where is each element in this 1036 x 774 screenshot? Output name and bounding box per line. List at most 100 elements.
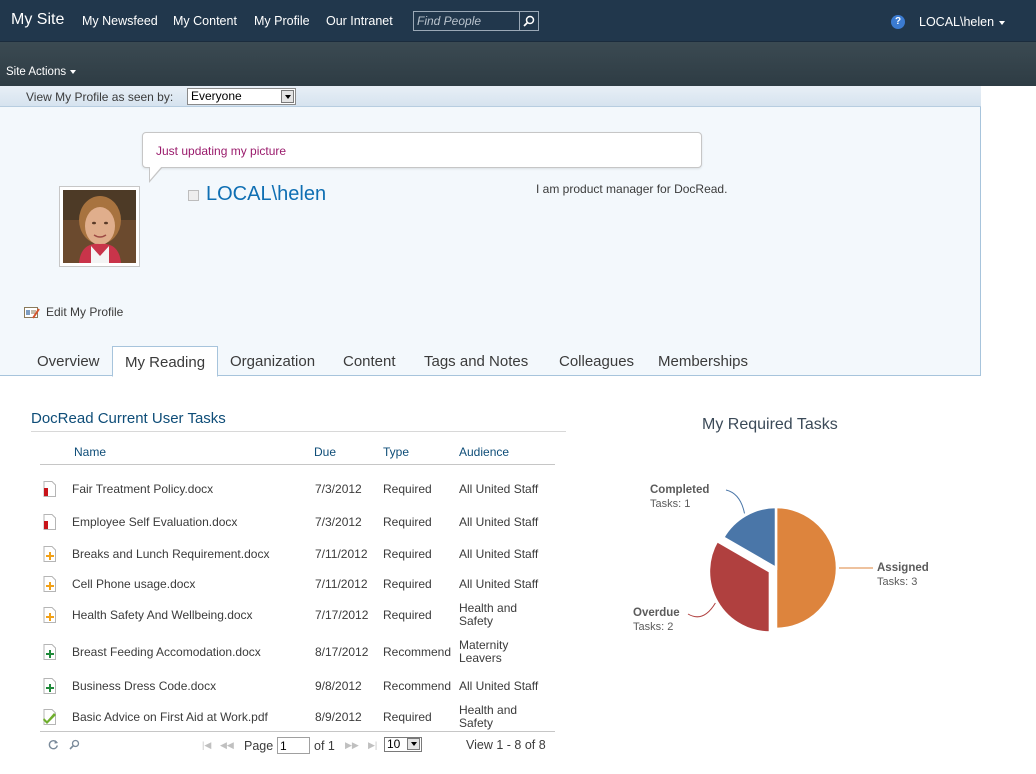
refresh-icon[interactable] bbox=[48, 739, 59, 750]
search-button[interactable] bbox=[519, 11, 539, 31]
task-name[interactable]: Business Dress Code.docx bbox=[72, 680, 216, 693]
assigned-doc-icon bbox=[43, 607, 56, 623]
column-header-name[interactable]: Name bbox=[74, 445, 106, 459]
overdue-doc-icon bbox=[43, 481, 56, 497]
site-actions-label: Site Actions bbox=[6, 66, 67, 78]
task-type: Required bbox=[383, 710, 432, 724]
table-row[interactable]: Health Safety And Wellbeing.docx 7/17/201… bbox=[40, 599, 555, 631]
user-menu[interactable]: LOCAL\helen bbox=[919, 15, 1006, 29]
task-due-date: 7/11/2012 bbox=[315, 577, 368, 591]
task-audience: Health and Safety bbox=[459, 703, 518, 730]
search-icon[interactable] bbox=[69, 739, 80, 750]
pie-slice-assigned[interactable] bbox=[774, 505, 839, 631]
task-audience: All United Staff bbox=[459, 547, 539, 561]
task-name[interactable]: Health Safety And Wellbeing.docx bbox=[72, 609, 253, 622]
table-row[interactable]: Employee Self Evaluation.docx 7/3/2012 Req… bbox=[40, 509, 555, 535]
about-me: I am product manager for DocRead. bbox=[536, 182, 728, 196]
previous-page-icon[interactable]: ◀◀ bbox=[220, 740, 234, 751]
table-row[interactable]: Cell Phone usage.docx 7/11/2012 Required Al… bbox=[40, 571, 555, 597]
tab-tags-and-notes[interactable]: Tags and Notes bbox=[424, 346, 528, 376]
task-name[interactable]: Basic Advice on First Aid at Work.pdf bbox=[72, 711, 268, 724]
task-type: Required bbox=[383, 482, 432, 496]
pie-label-overdue: Overdue bbox=[633, 607, 680, 619]
task-name[interactable]: Employee Self Evaluation.docx bbox=[72, 516, 237, 529]
user-name: LOCAL\helen bbox=[919, 15, 995, 29]
nav-our-intranet[interactable]: Our Intranet bbox=[326, 14, 393, 28]
task-audience: All United Staff bbox=[459, 679, 539, 693]
recommended-doc-icon bbox=[43, 678, 56, 694]
task-type: Required bbox=[383, 608, 432, 622]
pie-label-completed: Completed bbox=[650, 484, 709, 496]
table-row[interactable]: Breaks and Lunch Requirement.docx 7/11/20… bbox=[40, 541, 555, 567]
status-bubble[interactable]: Just updating my picture bbox=[142, 132, 702, 183]
tab-content[interactable]: Content bbox=[343, 346, 396, 376]
task-name[interactable]: Breaks and Lunch Requirement.docx bbox=[72, 548, 269, 561]
task-name[interactable]: Cell Phone usage.docx bbox=[72, 578, 195, 591]
presence-indicator bbox=[188, 190, 199, 201]
task-due-date: 7/3/2012 bbox=[315, 515, 362, 529]
pie-label-assigned: Assigned bbox=[877, 562, 929, 574]
task-audience: All United Staff bbox=[459, 482, 539, 496]
first-page-icon[interactable]: |◀ bbox=[202, 740, 211, 751]
next-page-icon[interactable]: ▶▶ bbox=[345, 740, 359, 751]
task-type: Recommend bbox=[383, 679, 452, 693]
task-type: Required bbox=[383, 515, 432, 529]
site-actions-menu[interactable]: Site Actions bbox=[6, 66, 77, 78]
last-page-icon[interactable]: ▶| bbox=[368, 740, 377, 751]
help-icon[interactable]: ? bbox=[891, 15, 905, 29]
pie-detail-completed: Tasks: 1 bbox=[650, 498, 690, 510]
task-due-date: 8/17/2012 bbox=[315, 645, 369, 659]
task-audience: All United Staff bbox=[459, 515, 539, 529]
edit-profile-link[interactable]: Edit My Profile bbox=[24, 305, 123, 319]
nav-my-content[interactable]: My Content bbox=[173, 14, 237, 28]
column-header-type[interactable]: Type bbox=[383, 445, 409, 459]
task-name[interactable]: Breast Feeding Accomodation.docx bbox=[72, 646, 261, 659]
page-size-select[interactable]: 10 bbox=[384, 737, 422, 752]
column-header-audience[interactable]: Audience bbox=[459, 445, 509, 459]
search-icon bbox=[523, 15, 535, 27]
view-as-select[interactable]: Everyone bbox=[187, 88, 296, 105]
view-as-selected-value: Everyone bbox=[191, 89, 242, 103]
dropdown-arrow-icon bbox=[281, 90, 294, 103]
task-due-date: 7/11/2012 bbox=[315, 547, 368, 561]
pie-leader-line-overdue bbox=[687, 602, 716, 618]
task-audience: All United Staff bbox=[459, 577, 539, 591]
nav-my-newsfeed[interactable]: My Newsfeed bbox=[82, 14, 158, 28]
completed-doc-icon bbox=[43, 709, 56, 725]
table-row[interactable]: Business Dress Code.docx 9/8/2012 Recommen… bbox=[40, 673, 555, 699]
profile-name: LOCAL\helen bbox=[206, 183, 327, 205]
list-pager: |◀ ◀◀ Page of 1 ▶▶ ▶| 10 View 1 - 8 of 8 bbox=[40, 731, 555, 757]
page-size-value: 10 bbox=[387, 737, 401, 751]
tab-organization[interactable]: Organization bbox=[230, 346, 315, 376]
table-row[interactable]: Basic Advice on First Aid at Work.pdf 8/9… bbox=[40, 701, 555, 733]
chevron-down-icon bbox=[70, 69, 77, 74]
task-type: Recommend bbox=[383, 645, 452, 659]
task-due-date: 8/9/2012 bbox=[315, 710, 362, 724]
tab-colleagues[interactable]: Colleagues bbox=[559, 346, 634, 376]
profile-photo[interactable] bbox=[59, 186, 140, 267]
tasks-list-title[interactable]: DocRead Current User Tasks bbox=[31, 410, 226, 427]
page-number-input[interactable] bbox=[277, 737, 310, 754]
avatar bbox=[63, 190, 136, 263]
view-as-bar: View My Profile as seen by: Everyone bbox=[0, 86, 981, 107]
table-row[interactable]: Breast Feeding Accomodation.docx 8/17/201… bbox=[40, 636, 555, 668]
column-header-due[interactable]: Due bbox=[314, 445, 336, 459]
task-name[interactable]: Fair Treatment Policy.docx bbox=[72, 483, 213, 496]
tab-overview[interactable]: Overview bbox=[37, 346, 100, 376]
find-people-input[interactable] bbox=[413, 11, 520, 31]
table-row[interactable]: Fair Treatment Policy.docx 7/3/2012 Requir… bbox=[40, 476, 555, 502]
site-title[interactable]: My Site bbox=[11, 11, 64, 29]
overdue-doc-icon bbox=[43, 514, 56, 530]
assigned-doc-icon bbox=[43, 576, 56, 592]
edit-profile-icon bbox=[24, 306, 40, 319]
status-message: Just updating my picture bbox=[156, 144, 287, 158]
pie-detail-assigned: Tasks: 3 bbox=[877, 576, 917, 588]
tab-memberships[interactable]: Memberships bbox=[658, 346, 748, 376]
profile-panel: View My Profile as seen by: Everyone Jus… bbox=[0, 86, 981, 377]
task-due-date: 7/17/2012 bbox=[315, 608, 369, 622]
nav-my-profile[interactable]: My Profile bbox=[254, 14, 310, 28]
tab-my-reading[interactable]: My Reading bbox=[112, 346, 219, 377]
page-count: of 1 bbox=[314, 739, 335, 753]
required-tasks-pie-chart: Assigned Tasks: 3 Overdue Tasks: 2 Completed… bbox=[633, 484, 929, 634]
dropdown-arrow-icon bbox=[407, 738, 420, 750]
